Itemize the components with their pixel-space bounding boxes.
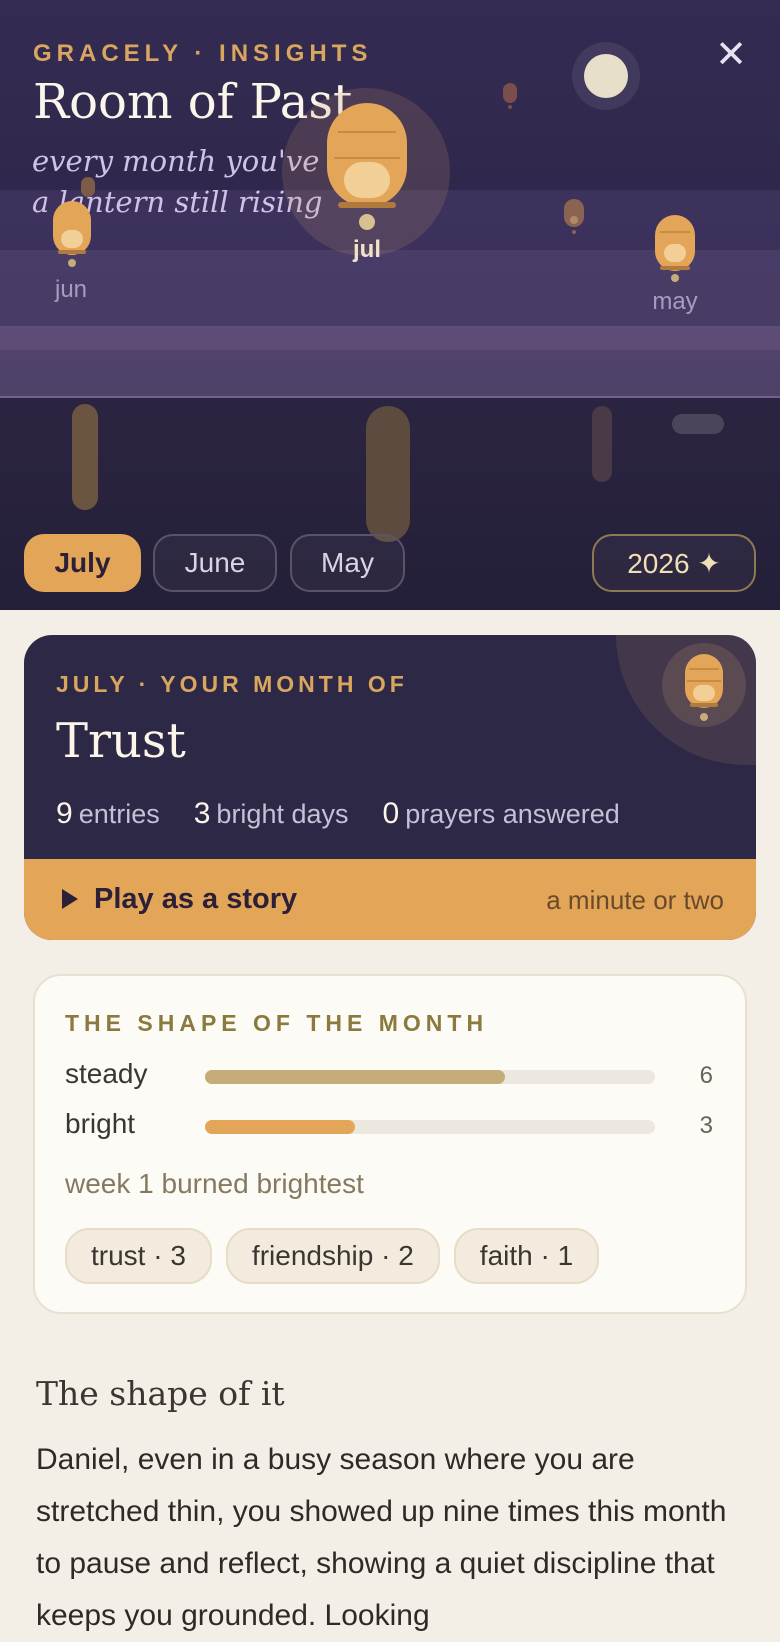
play-duration: a minute or two	[546, 885, 724, 915]
lantern-icon[interactable]	[326, 102, 408, 232]
hero-sky: GRACELY · INSIGHTS Room of Past every mo…	[0, 0, 780, 610]
bar-track-steady	[205, 1070, 655, 1084]
moon-icon	[584, 54, 628, 98]
lantern-label-jul: jul	[353, 236, 381, 263]
lantern-icon	[564, 199, 584, 234]
lantern-reflection	[672, 414, 724, 434]
lantern-reflection	[592, 406, 612, 482]
stat-entries: 9 entries	[56, 797, 160, 830]
month-eyebrow: JULY · YOUR MONTH OF	[56, 671, 408, 697]
shape-eyebrow: THE SHAPE OF THE MONTH	[65, 1010, 489, 1036]
chip-friendship[interactable]: friendship · 2	[225, 1228, 440, 1284]
play-story-label: Play as a story	[94, 883, 298, 915]
app-eyebrow: GRACELY · INSIGHTS	[33, 40, 373, 67]
lantern-reflection	[72, 404, 98, 510]
tab-june[interactable]: June	[153, 534, 277, 592]
chip-trust[interactable]: trust · 3	[65, 1228, 212, 1284]
brightest-week-note: week 1 burned brightest	[65, 1168, 364, 1199]
lantern-icon	[81, 177, 95, 197]
horizon-band	[0, 350, 780, 398]
lantern-icon[interactable]	[654, 214, 696, 284]
lantern-icon	[503, 83, 517, 109]
lantern-icon	[685, 654, 723, 721]
close-icon[interactable]: ✕	[714, 36, 748, 74]
bar-count-bright: 3	[699, 1112, 713, 1139]
lantern-reflection	[366, 406, 410, 542]
lantern-icon[interactable]	[52, 200, 92, 268]
stat-prayers-answered: 0 prayers answered	[382, 797, 620, 830]
lantern-label-jun: jun	[54, 276, 88, 303]
lantern-label-may: may	[652, 288, 698, 315]
play-story-button[interactable]: Play as a story a minute or two	[24, 859, 756, 940]
bar-label-steady: steady	[65, 1058, 148, 1089]
tab-july[interactable]: July	[24, 534, 141, 592]
stat-bright-days: 3 bright days	[193, 797, 349, 830]
tab-may[interactable]: May	[290, 534, 405, 592]
theme-chips: trust · 3 friendship · 2 faith · 1	[65, 1228, 600, 1284]
play-icon	[62, 889, 78, 909]
bar-count-steady: 6	[699, 1062, 713, 1089]
month-stats: 9 entries 3 bright days 0 prayers answered	[56, 797, 620, 831]
bar-fill-bright	[205, 1120, 355, 1134]
bar-label-bright: bright	[65, 1108, 136, 1139]
bar-fill-steady	[205, 1070, 505, 1084]
story-body: Daniel, even in a busy season where you …	[36, 1443, 727, 1632]
year-button[interactable]: 2026 ✦	[592, 534, 756, 592]
month-summary-card: JULY · YOUR MONTH OF Trust 9 entries 3 bri…	[24, 635, 756, 940]
story-heading: The shape of it	[36, 1374, 285, 1413]
chip-faith[interactable]: faith · 1	[453, 1228, 600, 1284]
shape-of-month-card: THE SHAPE OF THE MONTH steady 6 bright 3…	[33, 974, 747, 1314]
sky-band	[0, 326, 780, 350]
bar-track-bright	[205, 1120, 655, 1134]
month-theme-title: Trust	[56, 713, 186, 769]
